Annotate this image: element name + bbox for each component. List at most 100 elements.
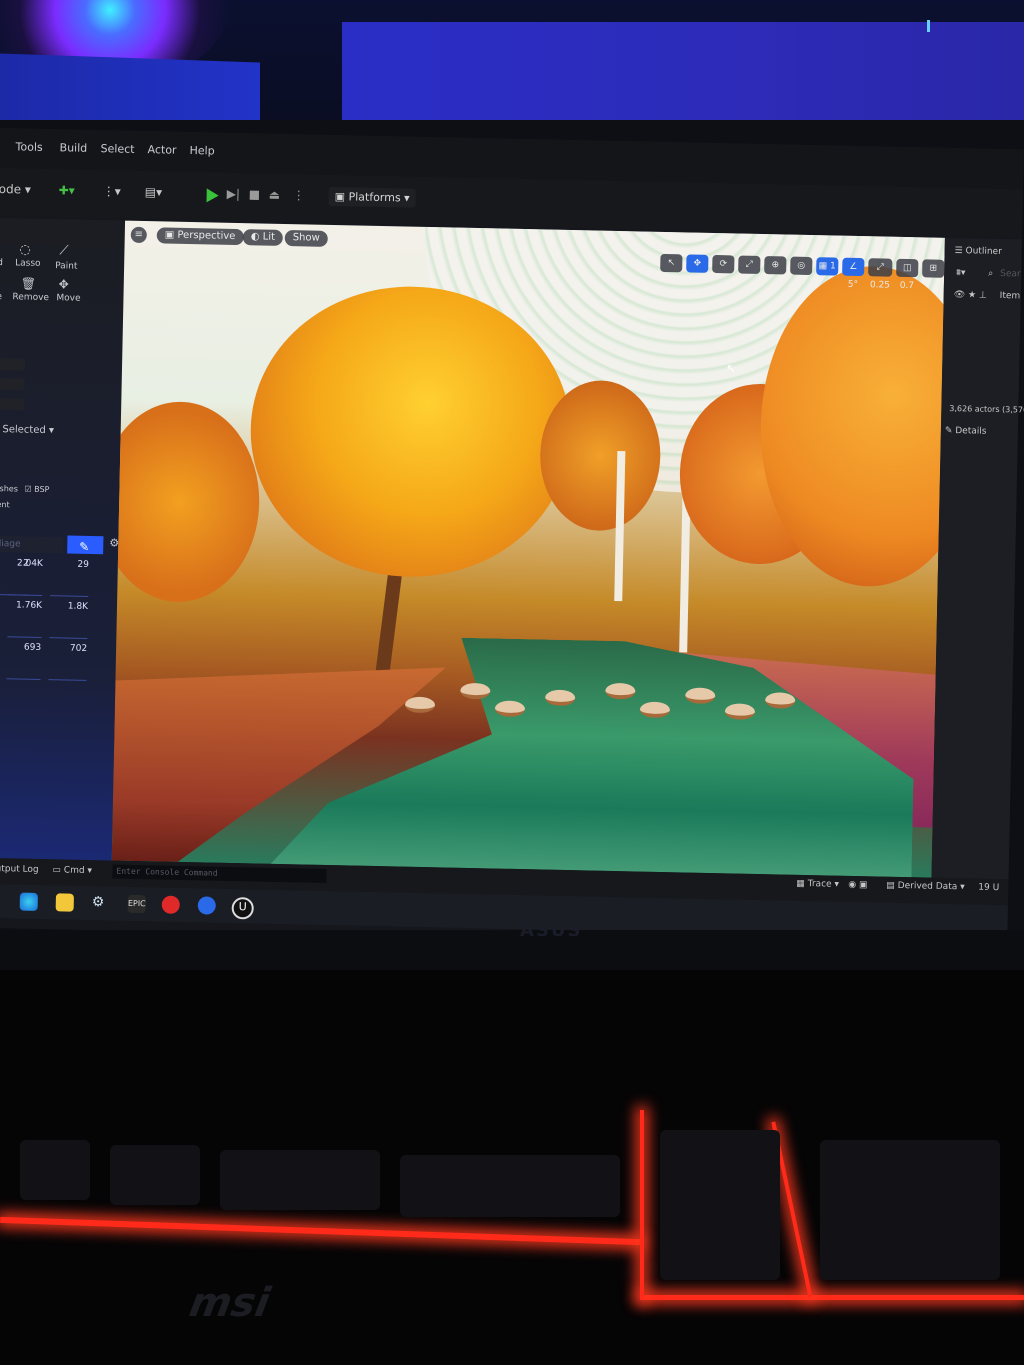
lit-button[interactable]: ◐ Lit [242, 229, 284, 246]
visibility-icon[interactable]: 👁 ★ ⊥ [954, 290, 987, 301]
show-button[interactable]: Show [284, 229, 328, 247]
outliner-search-input[interactable]: Sear [1000, 269, 1021, 279]
menu-actor[interactable]: Actor [147, 143, 176, 157]
translate-icon[interactable]: ✥ [686, 254, 709, 273]
keyboard [0, 970, 1024, 1365]
select-icon[interactable]: ↖ [660, 253, 683, 273]
keyboard-backlight [640, 1295, 1024, 1300]
blueprint-icon[interactable]: ⋮▾ [103, 184, 121, 198]
advance-frame-icon[interactable]: ▶| [227, 187, 241, 201]
keycap [220, 1150, 380, 1210]
epic-games-icon[interactable]: EPIC [127, 894, 146, 914]
foliage-type-cell[interactable]: 1.76K [7, 600, 42, 638]
menu-tools[interactable]: Tools [15, 140, 42, 154]
monitor-screen: Tools Build Select Actor Help ode ▾ ✚▾ ⋮… [0, 128, 1024, 950]
console-command-input[interactable]: Enter Console Command [112, 864, 327, 883]
filter-bsp-checkbox[interactable]: ☑ BSP [24, 485, 49, 495]
derived-data-dropdown[interactable]: ▤ Derived Data ▾ [886, 881, 965, 893]
record-icon[interactable]: ◉ ▣ [848, 880, 867, 890]
menu-help[interactable]: Help [189, 144, 214, 158]
foliage-count: 693 [23, 642, 42, 653]
remove-tool[interactable]: Remove [12, 292, 49, 303]
search-icon[interactable]: ⌕ [988, 269, 993, 279]
laptop-brand-logo: msi [185, 1280, 274, 1326]
grid-snap-button[interactable]: ▦ 1 [816, 257, 839, 276]
paint-toggle-button[interactable]: ✎ [67, 535, 104, 555]
birch-trunk [614, 451, 626, 602]
filter-static-meshes[interactable]: leshes [0, 484, 18, 494]
foliage-type-cell[interactable]: 693 [6, 642, 41, 680]
add-actor-icon[interactable]: ✚▾ [59, 183, 75, 197]
move-tool[interactable]: Move [56, 293, 80, 304]
viewport-menu-icon[interactable]: ≡ [130, 226, 147, 244]
filter-icon[interactable]: ⩩▾ [956, 268, 966, 278]
stepping-stone [685, 687, 716, 705]
stepping-stone [545, 689, 576, 707]
menu-build[interactable]: Build [59, 141, 87, 155]
stepping-stone [494, 700, 526, 718]
foliage-type-cell[interactable]: 1.8K [49, 601, 89, 639]
move-icon[interactable]: ✥ [59, 277, 69, 291]
foliage-count: 1.76K [15, 600, 43, 611]
perspective-button[interactable]: ▣ Perspective [156, 227, 244, 246]
platforms-dropdown[interactable]: ▣ Platforms ▾ [328, 186, 416, 208]
trash-icon[interactable]: 🗑 [21, 276, 37, 290]
outliner-tab[interactable]: ☰ Outliner [955, 246, 1002, 257]
blue-app-icon[interactable] [197, 896, 216, 915]
world-local-icon[interactable]: ⊕ [764, 256, 787, 275]
keycap [660, 1130, 780, 1280]
filter-translucent[interactable]: cent [0, 500, 10, 509]
foliage-count: 29 [77, 559, 89, 570]
stepping-stone [460, 682, 491, 700]
keycap [400, 1155, 620, 1217]
foliage-count: 1.8K [67, 601, 89, 612]
angle-snap-button[interactable]: ∠ 5° [842, 257, 865, 290]
scale-snap-button[interactable]: ⤢ 0.25 [868, 258, 893, 291]
edge-browser-icon[interactable] [19, 892, 38, 911]
source-control-indicator[interactable]: 19 U [978, 883, 999, 893]
scale-icon[interactable]: ⤢ [738, 255, 761, 274]
keycap [110, 1145, 200, 1205]
camera-speed-value: 0.7 [899, 280, 915, 292]
platforms-label: Platforms [348, 190, 401, 205]
trace-dropdown[interactable]: ▦ Trace ▾ [796, 879, 839, 890]
more-options-icon[interactable]: ⋮ [293, 188, 305, 202]
output-log-button[interactable]: Output Log [0, 864, 39, 875]
outliner-panel: ☰ Outliner ⩩▾ ⌕ Sear 👁 ★ ⊥ Item 3,626 ac… [931, 237, 1024, 880]
foliage-type-cell[interactable]: 702 [48, 643, 88, 681]
lasso-tool[interactable]: Lasso [15, 258, 41, 269]
perspective-label: Perspective [177, 229, 236, 242]
steam-icon[interactable]: ⚙ [92, 894, 110, 912]
foliage-type-cell[interactable]: 2.04K [8, 558, 43, 596]
eject-icon[interactable]: ⏏ [269, 188, 281, 202]
pencil-icon: ✎ [79, 539, 90, 554]
foliage-type-cell[interactable]: 29 [50, 559, 89, 597]
surface-snap-icon[interactable]: ◎ [790, 256, 813, 276]
level-viewport[interactable]: ≡ ▣ Perspective ◐ Lit Show ↖ ✥ ⟳ ⤢ ⊕ ◎ ▦… [111, 220, 945, 878]
foliage-search-input[interactable]: oliage [0, 535, 64, 554]
layout-icon[interactable]: ⊞ [922, 259, 945, 278]
cmd-dropdown[interactable]: ▭ Cmd ▾ [52, 865, 92, 876]
stop-icon[interactable]: ■ [249, 187, 261, 201]
file-explorer-icon[interactable] [55, 893, 74, 912]
actor-count: 3,626 actors (3,570 [949, 403, 1024, 415]
mode-dropdown[interactable]: ode ▾ [0, 182, 31, 197]
selection-dropdown[interactable]: ll Selected ▾ [0, 424, 54, 436]
paint-brush-icon[interactable]: ⟋ [59, 243, 68, 258]
outliner-label: Outliner [965, 246, 1002, 258]
play-icon[interactable] [206, 188, 219, 203]
stepping-stone [404, 696, 436, 714]
camera-speed-button[interactable]: ◫ 0.7 [896, 258, 919, 291]
details-tab[interactable]: ✎ Details [945, 426, 987, 437]
settings-row [0, 377, 25, 391]
cinematics-icon[interactable]: ▤▾ [145, 185, 163, 199]
stepping-stone [724, 703, 756, 720]
red-app-icon[interactable] [161, 895, 180, 914]
unreal-engine-icon[interactable]: U [231, 897, 254, 920]
lasso-icon[interactable]: ◌ [19, 242, 31, 257]
rotate-icon[interactable]: ⟳ [712, 254, 735, 274]
menu-select[interactable]: Select [100, 142, 134, 156]
paint-tool[interactable]: Paint [55, 261, 77, 271]
foliage-mode-panel: d ◌ Lasso ⟋ Paint e 🗑 Remove ✥ Move ll S… [0, 217, 126, 881]
details-label: Details [955, 426, 987, 437]
